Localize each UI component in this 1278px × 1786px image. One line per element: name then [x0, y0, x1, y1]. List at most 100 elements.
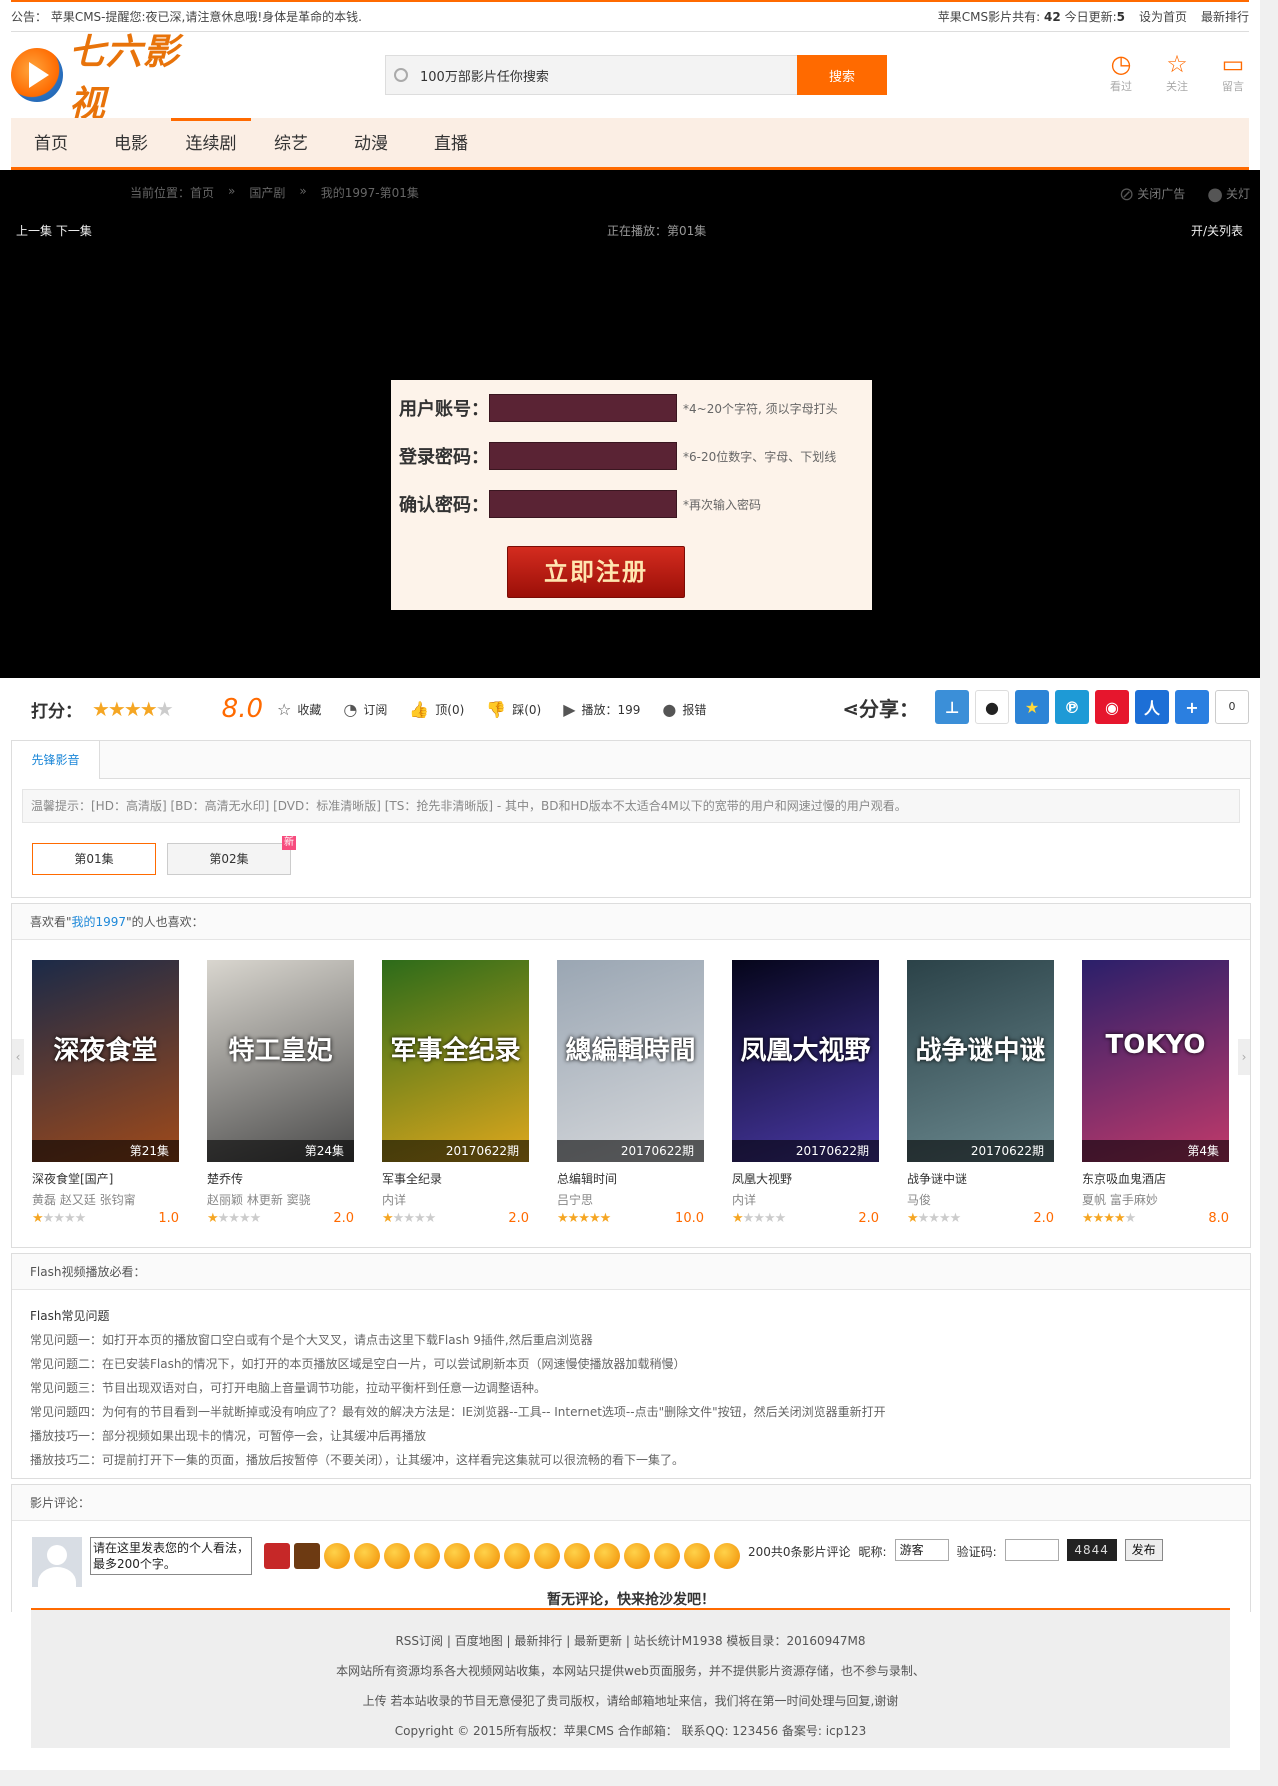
- movie-card[interactable]: TOKYO 第4集 东京吸血鬼酒店 夏帆 富手麻妙 ★★★★★ 8.0: [1082, 960, 1229, 1226]
- emoji-icon[interactable]: [474, 1543, 500, 1569]
- movie-score: 10.0: [675, 1211, 704, 1226]
- movie-name[interactable]: 东京吸血鬼酒店: [1082, 1170, 1229, 1187]
- rating-stars[interactable]: ★★★★★: [92, 697, 174, 721]
- site-logo[interactable]: 七六影视: [11, 31, 211, 125]
- share-tencent-icon[interactable]: ℗: [1055, 690, 1089, 724]
- emoji-icon[interactable]: [534, 1543, 560, 1569]
- related-title-link[interactable]: 我的1997: [72, 915, 127, 929]
- emoji-icon[interactable]: [624, 1543, 650, 1569]
- emoji-icon[interactable]: [594, 1543, 620, 1569]
- share-renren-icon[interactable]: 人: [1135, 690, 1169, 724]
- emoji-icon[interactable]: [654, 1543, 680, 1569]
- nav-live[interactable]: 直播: [411, 118, 491, 167]
- emoji-icon[interactable]: [264, 1543, 290, 1569]
- share-more-icon[interactable]: +: [1175, 690, 1209, 724]
- fav-button[interactable]: ☆ 收藏: [277, 700, 321, 719]
- movie-poster[interactable]: 總編輯時間 20170622期: [557, 960, 704, 1162]
- episode-box: 先锋影音 温馨提示：[HD：高清版] [BD：高清无水印] [DVD：标准清晰版…: [11, 740, 1251, 898]
- emoji-bar: [264, 1543, 740, 1569]
- faq-item: 播放技巧一：部分视频如果出现卡的情况，可暂停一会，让其缓冲后再播放: [30, 1429, 427, 1443]
- confirm-password-field[interactable]: [489, 490, 677, 518]
- movie-name[interactable]: 战争谜中谜: [907, 1170, 1054, 1187]
- quality-tip: 温馨提示：[HD：高清版] [BD：高清无水印] [DVD：标准清晰版] [TS…: [22, 789, 1240, 823]
- message-button[interactable]: ▭ 留言: [1217, 50, 1249, 94]
- emoji-icon[interactable]: [384, 1543, 410, 1569]
- publish-button[interactable]: 发布: [1124, 1539, 1163, 1561]
- movie-poster[interactable]: 军事全纪录 20170622期: [382, 960, 529, 1162]
- movie-card[interactable]: 深夜食堂 第21集 深夜食堂[国产] 黄磊 赵又廷 张钧甯 ★★★★★ 1.0: [32, 960, 179, 1226]
- comment-title: 影片评论：: [12, 1485, 1250, 1521]
- emoji-icon[interactable]: [354, 1543, 380, 1569]
- episode-2[interactable]: 第02集新: [167, 836, 296, 875]
- nav-anime[interactable]: 动漫: [331, 118, 411, 167]
- emoji-icon[interactable]: [414, 1543, 440, 1569]
- light-off-button[interactable]: ● 关灯: [1207, 184, 1250, 205]
- movie-actors: 吕宁思: [557, 1193, 594, 1207]
- username-field[interactable]: [489, 394, 677, 422]
- movie-stars: ★★★★★: [732, 1211, 786, 1226]
- prev-next-links[interactable]: 上一集 下一集: [16, 222, 92, 239]
- emoji-icon[interactable]: [684, 1543, 710, 1569]
- movie-poster[interactable]: TOKYO 第4集: [1082, 960, 1229, 1162]
- movie-card[interactable]: 凤凰大视野 20170622期 凤凰大视野 内详 ★★★★★ 2.0: [732, 960, 879, 1226]
- nav-series[interactable]: 连续剧: [171, 118, 251, 167]
- source-tab[interactable]: 先锋影音: [12, 741, 100, 779]
- rating-score: 8.0: [221, 694, 264, 724]
- captcha-image[interactable]: 4844: [1066, 1539, 1117, 1561]
- share-weibo-icon[interactable]: ◉: [1095, 690, 1129, 724]
- movie-poster[interactable]: 特工皇妃 第24集: [207, 960, 354, 1162]
- password-field[interactable]: [489, 442, 677, 470]
- nav-variety[interactable]: 综艺: [251, 118, 331, 167]
- captcha-input[interactable]: [1004, 1539, 1059, 1561]
- footer-links[interactable]: RSS订阅 | 百度地图 | 最新排行 | 最新更新 | 站长统计M1938 模…: [31, 1626, 1230, 1656]
- share-icon: ⋖: [842, 696, 859, 721]
- episode-1[interactable]: 第01集: [32, 843, 156, 875]
- search-input[interactable]: 100万部影片任你搜索: [385, 55, 797, 95]
- comment-textarea[interactable]: 请在这里发表您的个人看法，最多200个字。: [90, 1537, 252, 1575]
- movie-name[interactable]: 凤凰大视野: [732, 1170, 879, 1187]
- faq-item: 常见问题二：在已安装Flash的情况下，如打开的本页播放区域是空白一片，可以尝试…: [30, 1357, 686, 1371]
- emoji-icon[interactable]: [294, 1543, 320, 1569]
- nav-movie[interactable]: 电影: [91, 118, 171, 167]
- set-home-link[interactable]: 设为首页: [1139, 8, 1187, 25]
- share-qq-icon[interactable]: ●: [975, 690, 1009, 724]
- emoji-icon[interactable]: [714, 1543, 740, 1569]
- crumb-home[interactable]: 首页: [190, 186, 214, 200]
- movie-poster[interactable]: 深夜食堂 第21集: [32, 960, 179, 1162]
- follow-button[interactable]: ☆ 关注: [1161, 50, 1193, 94]
- crumb-category[interactable]: 国产剧: [249, 184, 285, 201]
- episode-badge: 20170622期: [732, 1140, 879, 1162]
- movie-card[interactable]: 特工皇妃 第24集 楚乔传 赵丽颖 林更新 窦骁 ★★★★★ 2.0: [207, 960, 354, 1226]
- emoji-icon[interactable]: [444, 1543, 470, 1569]
- prev-arrow-icon[interactable]: ‹: [12, 1039, 24, 1075]
- nav-home[interactable]: 首页: [11, 118, 91, 167]
- nick-input[interactable]: 游客: [894, 1539, 949, 1561]
- share-qzone-icon[interactable]: ⊥: [935, 690, 969, 724]
- emoji-icon[interactable]: [324, 1543, 350, 1569]
- movie-name[interactable]: 楚乔传: [207, 1170, 354, 1187]
- movie-name[interactable]: 军事全纪录: [382, 1170, 529, 1187]
- movie-card[interactable]: 战争谜中谜 20170622期 战争谜中谜 马俊 ★★★★★ 2.0: [907, 960, 1054, 1226]
- share-qqfav-icon[interactable]: ★: [1015, 690, 1049, 724]
- report-button[interactable]: ● 报错: [662, 700, 706, 719]
- movie-card[interactable]: 军事全纪录 20170622期 军事全纪录 内详 ★★★★★ 2.0: [382, 960, 529, 1226]
- emoji-icon[interactable]: [504, 1543, 530, 1569]
- movie-poster[interactable]: 凤凰大视野 20170622期: [732, 960, 879, 1162]
- movie-name[interactable]: 深夜食堂[国产]: [32, 1170, 179, 1187]
- emoji-icon[interactable]: [564, 1543, 590, 1569]
- toggle-list-button[interactable]: 开/关列表: [1191, 222, 1243, 239]
- latest-rank-link[interactable]: 最新排行: [1201, 8, 1249, 25]
- down-button[interactable]: 👎 踩(0): [486, 700, 541, 719]
- movie-poster[interactable]: 战争谜中谜 20170622期: [907, 960, 1054, 1162]
- history-button[interactable]: ◷ 看过: [1105, 50, 1137, 94]
- up-button[interactable]: 👍 顶(0): [409, 700, 464, 719]
- play-logo-icon: [11, 48, 63, 102]
- poster-title: 战争谜中谜: [915, 1036, 1046, 1066]
- share-bar: ⋖分享： ⊥ ● ★ ℗ ◉ 人 + 0: [842, 690, 1249, 724]
- search-button[interactable]: 搜索: [797, 55, 887, 95]
- subscribe-button[interactable]: ◔ 订阅: [343, 700, 387, 719]
- close-ad-button[interactable]: ⊘ 关闭广告: [1119, 184, 1185, 205]
- movie-card[interactable]: 總編輯時間 20170622期 总编辑时间 吕宁思 ★★★★★ 10.0: [557, 960, 704, 1226]
- register-button[interactable]: 立即注册: [507, 546, 685, 598]
- movie-name[interactable]: 总编辑时间: [557, 1170, 704, 1187]
